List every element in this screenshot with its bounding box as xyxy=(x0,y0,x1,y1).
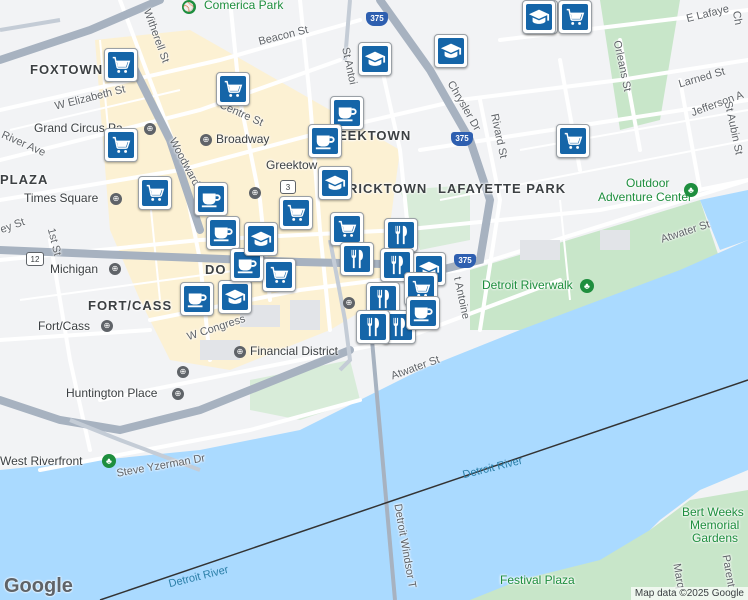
cart-icon xyxy=(110,134,132,156)
shopping-marker[interactable] xyxy=(138,176,172,210)
graduation-cap-icon xyxy=(324,172,346,194)
transit-station-icon: ⊕ xyxy=(249,187,261,199)
cart-icon xyxy=(564,6,586,28)
coffee-cup-icon xyxy=(200,188,222,210)
park-icon: ♣ xyxy=(580,279,594,293)
poi-label-detroit-riverwalk[interactable]: Detroit Riverwalk xyxy=(482,278,573,292)
restaurant-marker[interactable] xyxy=(356,310,390,344)
poi-label-festival-plaza[interactable]: Festival Plaza xyxy=(500,573,575,587)
coffee-cup-icon xyxy=(314,130,336,152)
transit-station-icon: ⊕ xyxy=(172,388,184,400)
poi-label-broadway[interactable]: Broadway xyxy=(216,132,269,146)
map-view[interactable]: FOXTOWN EEKTOWN RICKTOWN LAFAYETTE PARK … xyxy=(0,0,748,600)
street-label-ch: Ch xyxy=(729,10,745,26)
poi-label-outdoor-adventure-1[interactable]: Outdoor xyxy=(626,176,669,190)
poi-label-bert-weeks-3[interactable]: Gardens xyxy=(692,531,738,545)
shopping-marker[interactable] xyxy=(104,48,138,82)
cart-icon xyxy=(144,182,166,204)
graduation-cap-icon xyxy=(440,40,462,62)
district-label-plaza: PLAZA xyxy=(0,172,49,187)
poi-label-bert-weeks-2[interactable]: Memorial xyxy=(690,518,739,532)
cart-icon xyxy=(336,218,358,240)
restaurant-marker[interactable] xyxy=(384,218,418,252)
district-label-foxtown: FOXTOWN xyxy=(30,62,104,77)
cafe-marker[interactable] xyxy=(180,282,214,316)
transit-station-icon: ⊕ xyxy=(110,193,122,205)
shopping-marker[interactable] xyxy=(262,258,296,292)
poi-label-comerica-park[interactable]: Comerica Park xyxy=(204,0,283,12)
route-shield: 3 xyxy=(280,180,296,194)
park-icon: ♣ xyxy=(684,183,698,197)
district-label-greektown: EEKTOWN xyxy=(338,128,412,143)
poi-label-times-square[interactable]: Times Square xyxy=(24,191,98,205)
graduation-cap-icon xyxy=(364,48,386,70)
transit-station-icon: ⊕ xyxy=(200,134,212,146)
education-marker[interactable] xyxy=(218,280,252,314)
stadium-icon: ⚾ xyxy=(182,0,196,14)
poi-label-michigan[interactable]: Michigan xyxy=(50,262,98,276)
shopping-marker[interactable] xyxy=(279,196,313,230)
transit-station-icon: ⊕ xyxy=(343,297,355,309)
district-label-bricktown: RICKTOWN xyxy=(348,181,428,196)
coffee-cup-icon xyxy=(412,302,434,324)
cafe-marker[interactable] xyxy=(194,182,228,216)
district-label-fort-cass: FORT/CASS xyxy=(88,298,173,313)
fork-knife-icon xyxy=(390,224,412,246)
shopping-marker[interactable] xyxy=(104,128,138,162)
coffee-cup-icon xyxy=(236,254,258,276)
cart-icon xyxy=(222,78,244,100)
coffee-cup-icon xyxy=(212,222,234,244)
cart-icon xyxy=(110,54,132,76)
transit-station-icon: ⊕ xyxy=(144,123,156,135)
restaurant-marker[interactable] xyxy=(340,242,374,276)
cart-icon xyxy=(268,264,290,286)
district-label-lafayette-park: LAFAYETTE PARK xyxy=(438,181,567,196)
graduation-cap-icon xyxy=(250,228,272,250)
fork-knife-icon xyxy=(372,288,394,310)
education-marker[interactable] xyxy=(318,166,352,200)
education-marker[interactable] xyxy=(358,42,392,76)
transit-station-icon: ⊕ xyxy=(177,366,189,378)
cafe-marker[interactable] xyxy=(206,216,240,250)
interstate-shield: 375 xyxy=(451,132,473,146)
cart-icon xyxy=(285,202,307,224)
interstate-shield: 375 xyxy=(454,254,476,268)
poi-label-financial-district[interactable]: Financial District xyxy=(250,344,338,358)
shopping-marker[interactable] xyxy=(556,124,590,158)
education-marker[interactable] xyxy=(522,0,556,34)
route-shield: 12 xyxy=(26,252,44,266)
district-label-downtown: DO xyxy=(205,262,227,277)
transit-station-icon: ⊕ xyxy=(101,320,113,332)
poi-label-west-riverfront[interactable]: West Riverfront xyxy=(0,454,82,468)
poi-label-greektown-station[interactable]: Greektow xyxy=(266,158,317,172)
shopping-marker[interactable] xyxy=(216,72,250,106)
poi-label-fort-cass-station[interactable]: Fort/Cass xyxy=(38,319,90,333)
poi-label-huntington-place[interactable]: Huntington Place xyxy=(66,386,157,400)
transit-station-icon: ⊕ xyxy=(109,263,121,275)
graduation-cap-icon xyxy=(224,286,246,308)
coffee-cup-icon xyxy=(186,288,208,310)
poi-label-bert-weeks-1[interactable]: Bert Weeks xyxy=(682,505,744,519)
poi-label-outdoor-adventure-2[interactable]: Adventure Center xyxy=(598,190,692,204)
education-marker[interactable] xyxy=(244,222,278,256)
shopping-marker[interactable] xyxy=(330,212,364,246)
shopping-marker[interactable] xyxy=(558,0,592,34)
cart-icon xyxy=(562,130,584,152)
interstate-shield: 375 xyxy=(366,12,388,26)
education-marker[interactable] xyxy=(434,34,468,68)
google-logo: Google xyxy=(4,575,73,597)
transit-station-icon: ⊕ xyxy=(234,346,246,358)
cafe-marker[interactable] xyxy=(406,296,440,330)
map-attribution: Map data ©2025 Google xyxy=(630,587,748,600)
park-icon: ♣ xyxy=(102,454,116,468)
cafe-marker[interactable] xyxy=(308,124,342,158)
fork-knife-icon xyxy=(362,316,384,338)
graduation-cap-icon xyxy=(528,6,550,28)
coffee-cup-icon xyxy=(336,102,358,124)
fork-knife-icon xyxy=(346,248,368,270)
